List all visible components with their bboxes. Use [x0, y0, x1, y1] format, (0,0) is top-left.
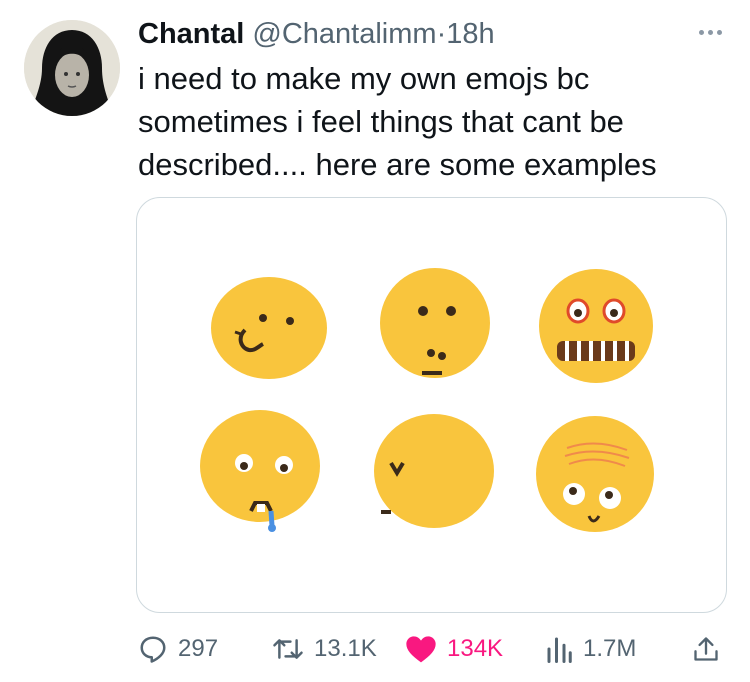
like-count: 134K [447, 635, 504, 662]
tweet-text-line: i need to make my own emojs bc [138, 61, 590, 96]
reply-icon [138, 634, 168, 664]
timestamp[interactable]: 18h [446, 18, 494, 50]
emoji-confused-drawing [380, 268, 490, 378]
tweet-text-line: described.... here are some examples [138, 147, 657, 182]
emoji-smirk-drawing [211, 277, 327, 379]
retweet-count: 13.1K [314, 635, 377, 662]
tweet-text-line: sometimes i feel things that cant be [138, 104, 624, 139]
like-button[interactable]: 134K [405, 634, 503, 664]
tweet-media-image[interactable] [136, 197, 727, 613]
views-button[interactable]: 1.7M [545, 634, 636, 664]
emoji-grin-drawing [539, 269, 653, 383]
retweet-icon [272, 634, 304, 664]
heart-icon [405, 634, 437, 664]
tweet-header: Chantal @Chantalimm·18h [138, 16, 495, 52]
author-name[interactable]: Chantal [138, 18, 244, 50]
emoji-worried-drawing [536, 416, 654, 532]
avatar[interactable] [24, 20, 120, 116]
tweet-actions-bar: 297 13.1K 134K 1.7M [0, 620, 750, 680]
emoji-side-drawing [374, 414, 494, 528]
reply-button[interactable]: 297 [138, 634, 218, 664]
separator: · [436, 18, 447, 50]
author-handle[interactable]: @Chantalimm [252, 18, 436, 50]
views-icon [545, 634, 573, 664]
share-button[interactable] [692, 634, 720, 664]
retweet-button[interactable]: 13.1K [272, 634, 377, 664]
emoji-drool-drawing [200, 410, 320, 532]
more-icon[interactable] [692, 18, 728, 46]
reply-count: 297 [178, 635, 219, 662]
tweet-text: i need to make my own emojs bc sometimes… [138, 57, 718, 186]
share-icon [692, 634, 720, 664]
views-count: 1.7M [583, 635, 637, 662]
